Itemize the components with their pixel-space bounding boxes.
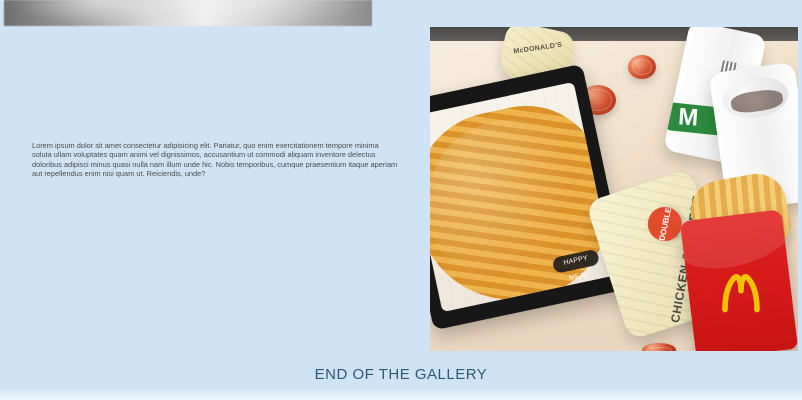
gallery-page: Lorem ipsum dolor sit amet consectetur a… [0,0,802,400]
wrapped-burger-label: McDONALD'S [513,41,563,56]
sauce-cup [628,55,656,79]
double-badge: DOUBLE [644,203,685,245]
fries-box [679,209,798,351]
gallery-photo: McDONALD'S M HAPPY MEAL DOUBLE CHICKEN &… [430,27,798,351]
gallery-description: Lorem ipsum dolor sit amet consectetur a… [32,141,398,178]
gallery-end-title: END OF THE GALLERY [314,366,488,383]
top-gallery-image [4,0,372,26]
golden-arches-icon [722,274,760,313]
m-logo-icon: M [677,103,700,132]
sauce-cup [642,343,676,351]
tray-liner: HAPPY MEAL [430,81,615,313]
bottom-fade [0,388,802,400]
